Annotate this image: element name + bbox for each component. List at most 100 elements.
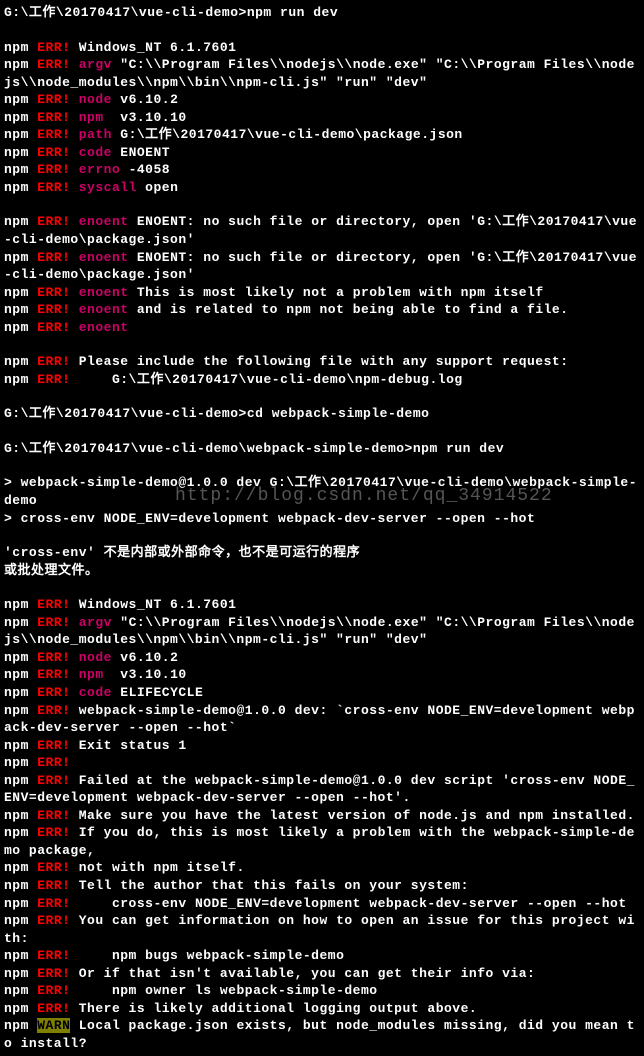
- err-tag: ERR!: [37, 145, 70, 160]
- terminal-line: 'cross-env' 不是内部或外部命令，也不是可运行的程序: [4, 544, 640, 562]
- err-label: enoent: [79, 250, 129, 265]
- terminal-line: npm ERR! not with npm itself.: [4, 859, 640, 877]
- terminal-line: [4, 22, 640, 39]
- terminal-line: G:\工作\20170417\vue-cli-demo>npm run dev: [4, 4, 640, 22]
- terminal-line: npm ERR! errno -4058: [4, 161, 640, 179]
- err-tag: ERR!: [37, 896, 70, 911]
- terminal-line: G:\工作\20170417\vue-cli-demo\webpack-simp…: [4, 440, 640, 458]
- err-tag: ERR!: [37, 667, 70, 682]
- err-tag: ERR!: [37, 162, 70, 177]
- err-label: enoent: [79, 214, 129, 229]
- err-tag: ERR!: [37, 615, 70, 630]
- err-tag: ERR!: [37, 302, 70, 317]
- terminal-line: npm ERR! argv "C:\\Program Files\\nodejs…: [4, 614, 640, 649]
- terminal-line: npm ERR! There is likely additional logg…: [4, 1000, 640, 1018]
- err-tag: ERR!: [37, 948, 70, 963]
- err-label: npm: [79, 667, 112, 682]
- terminal-line: npm ERR! Or if that isn't available, you…: [4, 965, 640, 983]
- terminal-line: 或批处理文件。: [4, 562, 640, 580]
- terminal-line: npm ERR! Make sure you have the latest v…: [4, 807, 640, 825]
- err-label: npm: [79, 110, 112, 125]
- terminal-line: npm ERR! code ELIFECYCLE: [4, 684, 640, 702]
- terminal-line: npm ERR! Exit status 1: [4, 737, 640, 755]
- err-label: enoent: [79, 302, 129, 317]
- err-label: node: [79, 650, 112, 665]
- terminal-line: npm ERR! node v6.10.2: [4, 91, 640, 109]
- err-label: argv: [79, 615, 112, 630]
- err-tag: ERR!: [37, 285, 70, 300]
- terminal-line: npm ERR! node v6.10.2: [4, 649, 640, 667]
- terminal-line: npm ERR! code ENOENT: [4, 144, 640, 162]
- err-tag: ERR!: [37, 738, 70, 753]
- terminal-line: npm ERR! argv "C:\\Program Files\\nodejs…: [4, 56, 640, 91]
- terminal-line: npm ERR! syscall open: [4, 179, 640, 197]
- err-tag: ERR!: [37, 110, 70, 125]
- terminal-line: [4, 336, 640, 353]
- err-label: node: [79, 92, 112, 107]
- err-tag: ERR!: [37, 250, 70, 265]
- err-label: code: [79, 145, 112, 160]
- terminal-line: npm ERR! Failed at the webpack-simple-de…: [4, 772, 640, 807]
- terminal-line: npm ERR! npm owner ls webpack-simple-dem…: [4, 982, 640, 1000]
- terminal-line: npm WARN Local package.json exists, but …: [4, 1017, 640, 1052]
- terminal-line: npm ERR! Windows_NT 6.1.7601: [4, 596, 640, 614]
- err-label: errno: [79, 162, 121, 177]
- err-tag: ERR!: [37, 966, 70, 981]
- err-label: enoent: [79, 320, 129, 335]
- terminal-line: npm ERR! enoent ENOENT: no such file or …: [4, 249, 640, 284]
- terminal-line: [4, 579, 640, 596]
- err-tag: ERR!: [37, 808, 70, 823]
- err-tag: ERR!: [37, 180, 70, 195]
- err-tag: ERR!: [37, 703, 70, 718]
- terminal-line: npm ERR! You can get information on how …: [4, 912, 640, 947]
- err-tag: ERR!: [37, 372, 70, 387]
- terminal-line: npm ERR! G:\工作\20170417\vue-cli-demo\npm…: [4, 371, 640, 389]
- err-label: code: [79, 685, 112, 700]
- terminal-line: [4, 388, 640, 405]
- terminal-line: npm ERR! If you do, this is most likely …: [4, 824, 640, 859]
- terminal-line: npm ERR! cross-env NODE_ENV=development …: [4, 895, 640, 913]
- terminal-line: [4, 527, 640, 544]
- terminal-line: npm ERR! enoent This is most likely not …: [4, 284, 640, 302]
- err-label: enoent: [79, 285, 129, 300]
- terminal-line: npm ERR! enoent and is related to npm no…: [4, 301, 640, 319]
- terminal-line: npm ERR! enoent: [4, 319, 640, 337]
- err-label: argv: [79, 57, 112, 72]
- terminal-line: [4, 423, 640, 440]
- err-tag: ERR!: [37, 825, 70, 840]
- err-tag: ERR!: [37, 127, 70, 142]
- err-tag: ERR!: [37, 320, 70, 335]
- err-label: path: [79, 127, 112, 142]
- err-tag: ERR!: [37, 597, 70, 612]
- terminal-line: npm ERR! Windows_NT 6.1.7601: [4, 39, 640, 57]
- err-tag: ERR!: [37, 983, 70, 998]
- terminal-line: G:\工作\20170417\vue-cli-demo>cd webpack-s…: [4, 405, 640, 423]
- err-tag: ERR!: [37, 354, 70, 369]
- terminal-line: npm ERR! Tell the author that this fails…: [4, 877, 640, 895]
- terminal-line: [4, 457, 640, 474]
- err-tag: ERR!: [37, 773, 70, 788]
- terminal-line: npm ERR! webpack-simple-demo@1.0.0 dev: …: [4, 702, 640, 737]
- err-tag: ERR!: [37, 92, 70, 107]
- terminal-line: npm ERR! Please include the following fi…: [4, 353, 640, 371]
- err-tag: ERR!: [37, 1001, 70, 1016]
- terminal-line: > webpack-simple-demo@1.0.0 dev G:\工作\20…: [4, 474, 640, 509]
- err-tag: ERR!: [37, 650, 70, 665]
- err-tag: ERR!: [37, 57, 70, 72]
- terminal-line: npm ERR!: [4, 754, 640, 772]
- terminal-line: [4, 196, 640, 213]
- terminal-line: npm ERR! npm v3.10.10: [4, 666, 640, 684]
- terminal-line: > cross-env NODE_ENV=development webpack…: [4, 510, 640, 528]
- err-tag: ERR!: [37, 860, 70, 875]
- terminal-line: npm ERR! enoent ENOENT: no such file or …: [4, 213, 640, 248]
- err-tag: ERR!: [37, 755, 70, 770]
- terminal-output: G:\工作\20170417\vue-cli-demo>npm run dev n…: [4, 4, 640, 1052]
- err-tag: ERR!: [37, 685, 70, 700]
- err-tag: ERR!: [37, 214, 70, 229]
- terminal-line: npm ERR! path G:\工作\20170417\vue-cli-dem…: [4, 126, 640, 144]
- err-label: syscall: [79, 180, 137, 195]
- err-tag: ERR!: [37, 878, 70, 893]
- warn-tag: WARN: [37, 1018, 70, 1033]
- err-tag: ERR!: [37, 913, 70, 928]
- terminal-line: npm ERR! npm v3.10.10: [4, 109, 640, 127]
